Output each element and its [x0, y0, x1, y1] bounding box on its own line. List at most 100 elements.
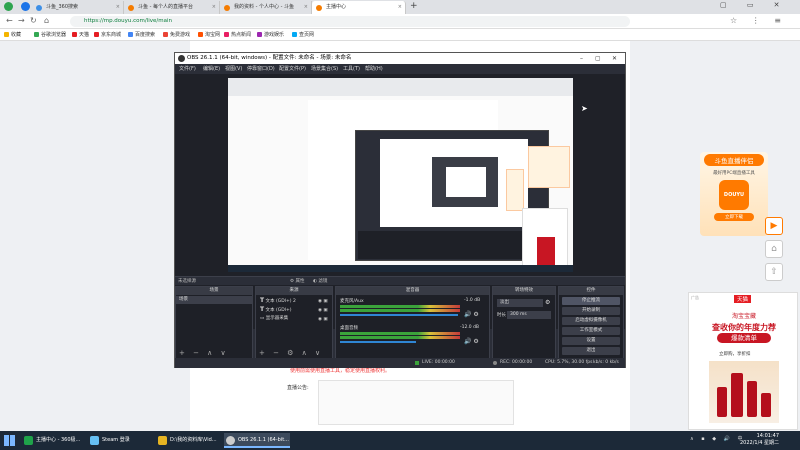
menu-edit[interactable]: 编辑(E) [203, 64, 220, 74]
exit-button[interactable]: 退出 [562, 347, 620, 355]
obs-title-bar[interactable]: OBS 26.1.1 (64-bit, windows) - 配置文件: 未命名… [175, 53, 625, 64]
captured-taskbar [228, 265, 573, 272]
menu-scene-collection[interactable]: 场景集合(S) [311, 64, 338, 74]
close-icon[interactable]: ✕ [612, 53, 617, 64]
filters-button[interactable]: ◐ 滤镜 [313, 277, 327, 286]
url-field[interactable]: https://mp.douyu.com/live/main [70, 16, 630, 27]
reload-icon[interactable]: ↻ [30, 16, 37, 25]
duration-input[interactable]: 300 ms [507, 311, 551, 319]
forward-arrow-icon[interactable]: → [18, 16, 25, 25]
bookmark-item[interactable]: 天猫 [72, 29, 89, 41]
rec-status-dot [493, 361, 497, 365]
windows-taskbar: 主播中心 - 360极... Steam 登录 D:\我的资料库\Vid... … [0, 431, 800, 450]
tab-anchor-center[interactable]: 主播中心 × [312, 1, 406, 14]
scene-controls[interactable]: + − ∧ ∨ [179, 349, 229, 357]
controls-dock: 控件 停止推流 开始录制 启动虚拟摄像机 工作室模式 设置 退出 [558, 286, 624, 362]
tab-profile[interactable]: 我的资料 - 个人中心 - 斗鱼 × [220, 1, 312, 14]
browser-logo-icon[interactable] [4, 2, 13, 11]
tmall-ad[interactable]: 广告 天猫 淘宝宝藏 查收你的年度力荐 爆款清单 立即购，享折扣 [688, 292, 798, 430]
tray-icons[interactable]: ∧ ▪ ◆ 🔊 中 [690, 435, 745, 442]
star-icon [4, 32, 9, 37]
transition-settings-icon[interactable]: ⚙ [545, 299, 550, 306]
bookmark-item[interactable]: 游戏娱乐 [257, 29, 284, 41]
taskbar-browser[interactable]: 主播中心 - 360极... [22, 433, 84, 448]
mic-volume-slider[interactable] [340, 314, 458, 316]
audio-mixer-dock: 混音器 麦克风/Aux -1.0 dB 🔊 ⚙ 桌面音频 -12.0 dB 🔊 … [335, 286, 490, 362]
close-tab-icon[interactable]: × [304, 1, 308, 14]
maximize-icon[interactable]: ▢ [595, 53, 601, 64]
menu-tools[interactable]: 工具(T) [343, 64, 360, 74]
transition-select[interactable]: 淡出 [497, 299, 543, 307]
announcement-input[interactable] [318, 380, 514, 425]
tab-label: 主播中心 [326, 4, 347, 10]
taskbar-obs[interactable]: OBS 26.1.1 (64-bit... [224, 433, 290, 448]
windows-start-icon[interactable] [4, 435, 15, 446]
source-controls[interactable]: + − ⚙ ∧ ∨ [259, 349, 323, 357]
menu-help[interactable]: 帮助(H) [365, 64, 383, 74]
duration-label: 时长 [497, 313, 506, 318]
menu-profile[interactable]: 配置文件(P) [279, 64, 306, 74]
close-tab-icon[interactable]: × [398, 1, 402, 14]
tab-search[interactable]: 斗鱼_360搜索 × [32, 1, 124, 14]
promo-title: 斗鱼直播伴侣 [704, 154, 764, 166]
extensions-icon[interactable]: ☆ ⋮ ≡ [730, 16, 787, 25]
captured-obs-window [355, 130, 549, 261]
bookmark-item[interactable]: 查页网 [292, 29, 314, 41]
controls-header: 控件 [559, 287, 623, 295]
window-controls[interactable]: ▢ ▭ ✕ [720, 1, 789, 9]
menu-docks[interactable]: 停靠窗口(D) [247, 64, 275, 74]
play-circle-icon[interactable]: ▶ [765, 217, 783, 235]
close-tab-icon[interactable]: × [212, 1, 216, 14]
transitions-header: 转场特效 [493, 287, 555, 295]
menu-file[interactable]: 文件(F) [179, 64, 196, 74]
close-tab-icon[interactable]: × [116, 1, 120, 14]
bookmark-item[interactable]: 百度搜索 [128, 29, 155, 41]
source-item[interactable]: T 文本 (GDI+) [260, 306, 292, 313]
mouse-cursor-icon: ➤ [581, 104, 588, 113]
bookmark-item[interactable]: 收藏 [4, 29, 21, 41]
cpu-fps: CPU: 5.7%, 30.00 fps [545, 360, 593, 365]
settings-button[interactable]: 设置 [562, 337, 620, 345]
start-recording-button[interactable]: 开始录制 [562, 307, 620, 315]
download-button[interactable]: 立即下载 [714, 213, 754, 221]
scene-item[interactable]: 场景 [176, 296, 252, 304]
captured-obs-canvas [380, 139, 528, 227]
bookmark-icon [128, 32, 133, 37]
bookmark-item[interactable]: 京东商城 [94, 29, 121, 41]
live-notice: 使用前需使用直播工具，稳定使用直播权利。 [290, 368, 391, 374]
new-tab-icon[interactable]: + [410, 1, 418, 11]
taskbar-steam[interactable]: Steam 登录 [88, 433, 150, 448]
virtual-camera-button[interactable]: 启动虚拟摄像机 [562, 317, 620, 325]
menu-view[interactable]: 视图(V) [225, 64, 242, 74]
back-arrow-icon[interactable]: ← [6, 16, 13, 25]
taskbar-clock[interactable]: 14:01:47 2022/1/4 星期二 [740, 433, 779, 447]
share-icon[interactable]: ⌂ [765, 240, 783, 258]
top-icon[interactable]: ⇧ [765, 263, 783, 281]
douyu-companion-promo[interactable]: 斗鱼直播伴侣 最好用PC端直播工具 DOUYU 立即下载 [700, 152, 768, 236]
minimize-icon[interactable]: – [580, 53, 583, 64]
visibility-icons[interactable]: ◉ ▣ ◉ ▣ ◉ ▣ [318, 297, 328, 324]
source-item[interactable]: ▭ 显示器采集 [260, 315, 288, 321]
mixer-channel-db: -1.0 dB [464, 298, 481, 303]
browser-tab-bar: 斗鱼_360搜索 × 斗鱼 - 每个人的直播平台 × 我的资料 - 个人中心 - 斗… [0, 0, 800, 14]
desktop-speaker-icon[interactable]: 🔊 ⚙ [464, 338, 479, 345]
stop-streaming-button[interactable]: 停止推流 [562, 297, 620, 305]
tmall-logo: 天猫 [734, 295, 752, 303]
mic-speaker-icon[interactable]: 🔊 ⚙ [464, 311, 479, 318]
desktop-volume-meter [340, 332, 460, 335]
bookmark-item[interactable]: 热点新闻 [224, 29, 251, 41]
desktop-volume-slider[interactable] [340, 341, 416, 343]
taskbar-explorer[interactable]: D:\我的资料库\Vid... [156, 433, 220, 448]
home-icon[interactable]: ⌂ [44, 16, 49, 25]
tab-label: 斗鱼_360搜索 [46, 4, 79, 10]
source-item[interactable]: T 文本 (GDI+) 2 [260, 297, 296, 304]
bookmark-item[interactable]: 免费游戏 [163, 29, 190, 41]
tab-douyu-home[interactable]: 斗鱼 - 每个人的直播平台 × [124, 1, 220, 14]
back-icon[interactable] [21, 2, 30, 11]
studio-mode-button[interactable]: 工作室模式 [562, 327, 620, 335]
bookmark-item[interactable]: 谷歌浏览器 [34, 29, 66, 41]
monitor-source-icon: ▭ [260, 316, 265, 321]
bookmark-item[interactable]: 淘宝网 [198, 29, 220, 41]
clock-time: 14:01:47 [756, 433, 780, 439]
properties-button[interactable]: ⚙ 属性 [290, 277, 304, 286]
